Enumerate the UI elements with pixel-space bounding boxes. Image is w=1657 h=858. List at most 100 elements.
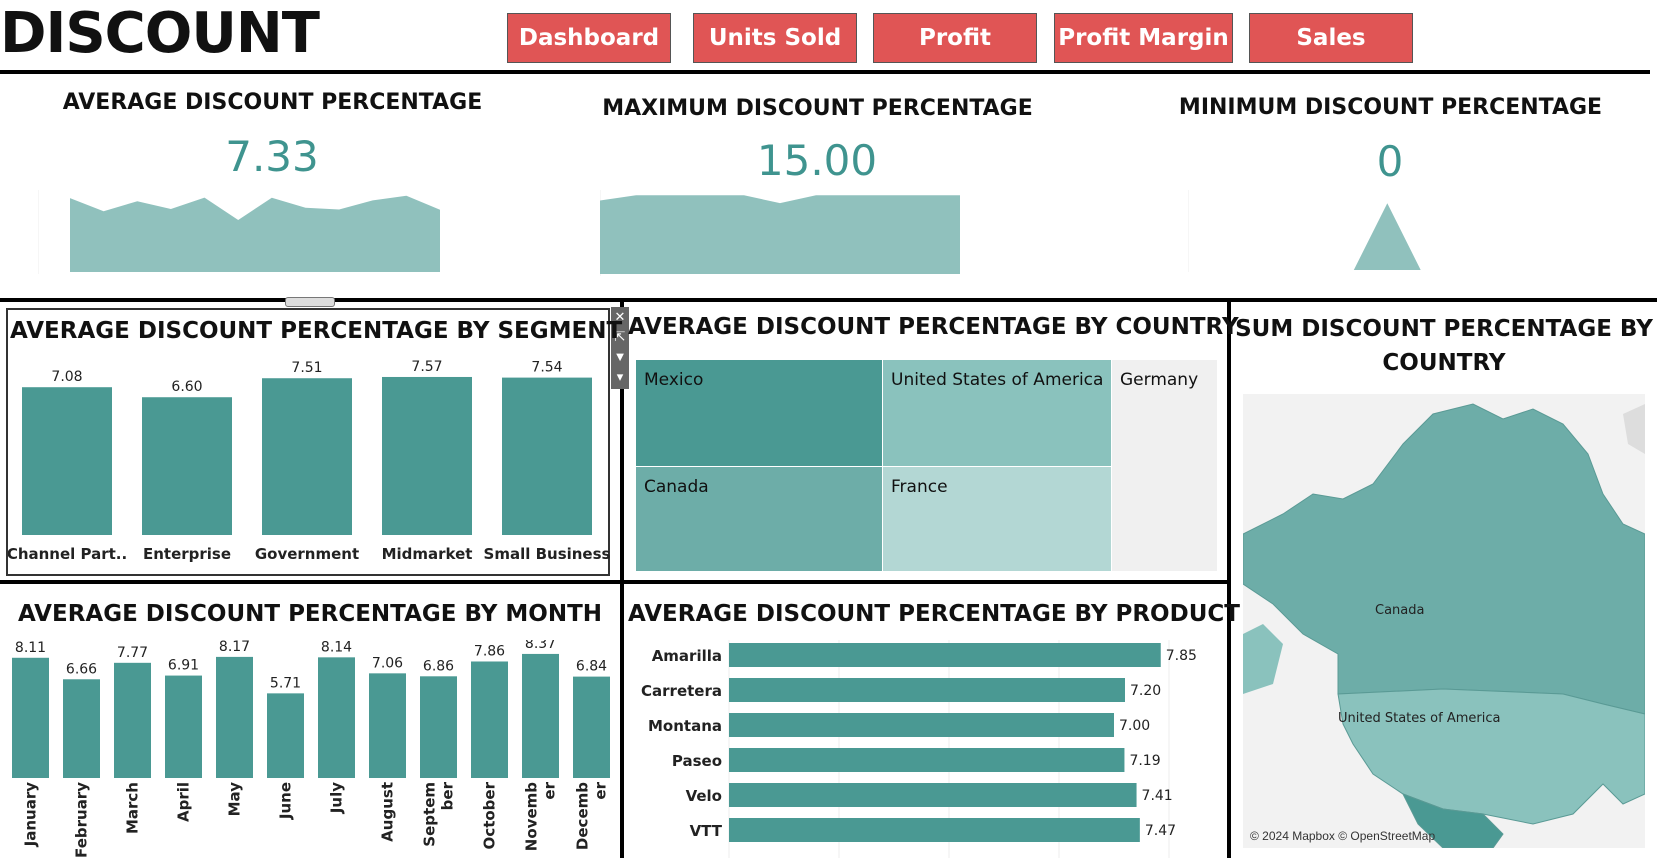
segment-data-label: 7.57 bbox=[411, 359, 442, 375]
avg-sparkline-chart bbox=[38, 190, 440, 274]
month-category-label: August bbox=[379, 782, 397, 842]
kpi-avg-title: AVERAGE DISCOUNT PERCENTAGE bbox=[62, 90, 483, 115]
segment-bar bbox=[382, 376, 472, 535]
middle-divider bbox=[0, 580, 1230, 584]
month-data-label: 8.37 bbox=[525, 640, 556, 652]
segment-category-label: Small Business bbox=[484, 545, 611, 563]
product-category-label: VTT bbox=[690, 822, 723, 840]
product-bar bbox=[729, 783, 1137, 807]
month-data-label: 8.14 bbox=[321, 640, 352, 655]
month-bar-chart: 8.11 January 6.66 February 7.77 March 6.91 Apri… bbox=[12, 640, 610, 858]
nav-sales-button[interactable]: Sales bbox=[1249, 13, 1413, 63]
month-category-label: er bbox=[541, 781, 559, 799]
product-chart-title: AVERAGE DISCOUNT PERCENTAGE BY PRODUCT bbox=[628, 601, 1240, 627]
product-data-label: 7.00 bbox=[1119, 718, 1150, 734]
segment-category-label: Government bbox=[255, 545, 359, 563]
month-bar bbox=[114, 662, 151, 778]
product-data-label: 7.41 bbox=[1142, 788, 1173, 804]
month-bar bbox=[369, 673, 406, 778]
kpi-min-value: 0 bbox=[1376, 137, 1404, 186]
kpi-min-title: MINIMUM DISCOUNT PERCENTAGE bbox=[1178, 95, 1603, 120]
product-category-label: Amarilla bbox=[652, 647, 722, 665]
resize-handle[interactable] bbox=[285, 297, 335, 307]
month-category-label: er bbox=[592, 781, 610, 799]
nav-dashboard-button[interactable]: Dashboard bbox=[507, 13, 671, 63]
kpi-max-value: 15.00 bbox=[756, 136, 878, 185]
segment-bar bbox=[22, 387, 112, 535]
country-treemap: Mexico United States of America Germany … bbox=[636, 360, 1220, 572]
segment-bar bbox=[262, 378, 352, 535]
month-data-label: 7.86 bbox=[474, 643, 505, 659]
month-category-label: Novemb bbox=[523, 782, 541, 851]
month-category-label: Decemb bbox=[574, 782, 592, 850]
product-category-label: Velo bbox=[686, 787, 722, 805]
month-category-label: Septem bbox=[421, 782, 439, 847]
nav-profit-margin-button[interactable]: Profit Margin bbox=[1054, 13, 1233, 63]
product-bar bbox=[729, 643, 1161, 667]
month-data-label: 7.77 bbox=[117, 645, 148, 661]
treemap-tile-germany[interactable]: Germany bbox=[1112, 360, 1218, 572]
sparkline-area bbox=[1220, 203, 1588, 270]
map-label-usa: United States of America bbox=[1338, 711, 1500, 726]
treemap-tile-mexico[interactable]: Mexico bbox=[636, 360, 883, 467]
product-category-label: Montana bbox=[648, 717, 722, 735]
max-sparkline-chart bbox=[600, 190, 960, 276]
nav-units-sold-button[interactable]: Units Sold bbox=[693, 13, 857, 63]
product-category-label: Paseo bbox=[672, 752, 722, 770]
product-category-label: Carretera bbox=[641, 682, 722, 700]
month-chart-title: AVERAGE DISCOUNT PERCENTAGE BY MONTH bbox=[17, 601, 603, 627]
segment-bar-chart: 7.08 Channel Part.. 6.60 Enterprise 7.51 Gove… bbox=[8, 359, 611, 563]
month-bar bbox=[471, 661, 508, 778]
month-bar bbox=[573, 676, 610, 778]
product-data-label: 7.85 bbox=[1166, 648, 1197, 664]
month-bar bbox=[165, 675, 202, 778]
product-data-label: 7.47 bbox=[1145, 823, 1176, 839]
month-category-label: January bbox=[22, 782, 40, 848]
segment-data-label: 7.08 bbox=[51, 369, 82, 385]
country-map[interactable]: Canada United States of America bbox=[1243, 394, 1645, 848]
product-data-label: 7.19 bbox=[1129, 753, 1160, 769]
sparkline-area bbox=[70, 195, 440, 272]
month-bar bbox=[63, 679, 100, 778]
segment-data-label: 6.60 bbox=[171, 379, 202, 395]
map-title-line1: SUM DISCOUNT PERCENTAGE BY bbox=[1235, 316, 1653, 342]
month-data-label: 6.66 bbox=[66, 661, 97, 677]
month-category-label: October bbox=[481, 781, 499, 849]
product-bar bbox=[729, 818, 1140, 842]
segment-category-label: Midmarket bbox=[382, 545, 473, 563]
product-bar bbox=[729, 748, 1125, 772]
month-data-label: 5.71 bbox=[270, 675, 301, 691]
product-bar-chart: 7.85 Amarilla 7.20 Carretera 7.00 Montana 7.19… bbox=[641, 640, 1197, 858]
segment-data-label: 7.51 bbox=[291, 360, 322, 376]
segment-category-label: Enterprise bbox=[143, 545, 231, 563]
month-category-label: May bbox=[226, 782, 244, 817]
month-data-label: 7.06 bbox=[372, 655, 403, 671]
segment-bar bbox=[502, 377, 592, 535]
month-category-label: February bbox=[73, 782, 91, 858]
nav-profit-button[interactable]: Profit bbox=[873, 13, 1037, 63]
treemap-tile-usa[interactable]: United States of America bbox=[883, 360, 1112, 467]
month-data-label: 6.91 bbox=[168, 658, 199, 674]
min-sparkline-chart bbox=[1188, 190, 1588, 272]
map-label-canada: Canada bbox=[1375, 603, 1424, 618]
more-options-icon[interactable]: ▾ bbox=[611, 367, 629, 387]
month-data-label: 8.17 bbox=[219, 640, 250, 655]
kpi-divider bbox=[0, 298, 1657, 302]
month-data-label: 6.84 bbox=[576, 659, 607, 675]
month-bar bbox=[12, 657, 49, 778]
sparkline-area bbox=[600, 195, 960, 274]
month-category-label: March bbox=[124, 782, 142, 834]
month-category-label: ber bbox=[439, 781, 457, 810]
header-divider bbox=[0, 70, 1650, 74]
segment-bar bbox=[142, 397, 232, 535]
filter-icon[interactable]: ▼ bbox=[611, 347, 629, 367]
map-credit: © 2024 Mapbox © OpenStreetMap bbox=[1250, 829, 1436, 843]
treemap-tile-france[interactable]: France bbox=[883, 467, 1112, 572]
month-bar bbox=[267, 693, 304, 778]
month-category-label: June bbox=[277, 782, 295, 820]
month-category-label: July bbox=[328, 782, 346, 814]
treemap-tile-canada[interactable]: Canada bbox=[636, 467, 883, 572]
product-bar bbox=[729, 678, 1125, 702]
kpi-max-title: MAXIMUM DISCOUNT PERCENTAGE bbox=[602, 96, 1033, 121]
month-bar bbox=[522, 653, 559, 778]
